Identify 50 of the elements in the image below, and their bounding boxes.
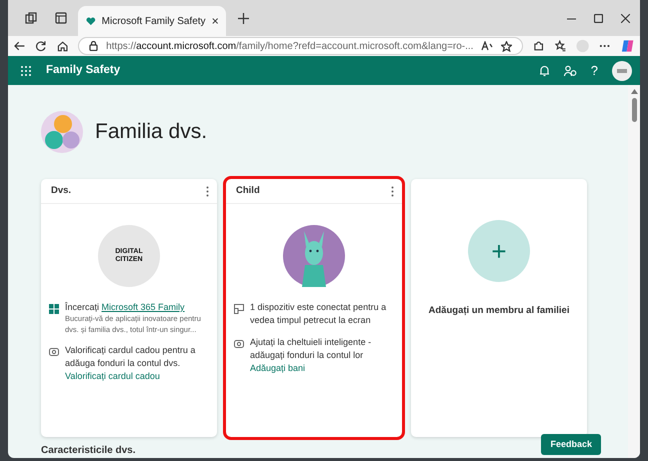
tab-actions-icon[interactable] [55, 12, 67, 24]
action-link[interactable]: Valorificați cardul cadou [65, 370, 209, 384]
add-member-label: Adăugați un membru al familiei [428, 304, 570, 318]
copilot-icon[interactable] [620, 39, 634, 53]
item-text: Valorificați cardul cadou pentru a adăuga fonduri la contul dvs. [65, 344, 196, 370]
more-icon[interactable] [599, 44, 611, 48]
bears-drawing [41, 111, 83, 153]
address-field[interactable]: https://account.microsoft.com/family/home?refd=account.microsoft.com&lang=ro-... [78, 37, 524, 55]
close-icon[interactable] [212, 17, 218, 25]
add-member-card[interactable]: + Adăugați un membru al familiei [411, 179, 587, 437]
scroll-up-icon[interactable] [630, 89, 638, 94]
action-link[interactable]: Adăugați bani [250, 362, 394, 376]
promo-link[interactable]: Microsoft 365 Family [102, 302, 185, 312]
scrollbar-thumb[interactable] [632, 98, 636, 122]
browser-tab[interactable]: Microsoft Family Safety [78, 6, 226, 36]
more-options-icon[interactable] [391, 186, 394, 196]
member-name: Child [236, 184, 260, 198]
more-options-icon[interactable] [206, 186, 209, 196]
back-icon[interactable] [14, 40, 26, 52]
llama-avatar-drawing [283, 225, 345, 287]
favorites-icon[interactable] [554, 40, 566, 52]
read-aloud-icon[interactable] [481, 41, 494, 51]
devices-icon [234, 304, 244, 314]
home-icon[interactable] [56, 40, 68, 52]
item-text: Ajutați la cheltuieli inteligente - adăugați fonduri la contul lor [250, 336, 372, 362]
heart-icon [86, 16, 96, 26]
help-button[interactable]: ? [590, 60, 598, 80]
favorite-icon[interactable] [501, 40, 512, 52]
account-avatar-icon[interactable] [612, 60, 632, 80]
add-member-button[interactable]: + [468, 220, 530, 282]
app-launcher-icon[interactable] [20, 64, 32, 76]
gift-card-icon [49, 347, 59, 358]
people-settings-icon[interactable] [564, 64, 577, 76]
page-title: Familia dvs. [95, 119, 208, 146]
new-tab-icon[interactable] [238, 12, 248, 24]
refresh-icon[interactable] [35, 40, 47, 52]
item-text: 1 dispozitiv este conectat pentru a vedea timpul petrecut la ecran [250, 301, 388, 328]
close-icon[interactable] [621, 14, 630, 22]
member-name: Dvs. [51, 184, 72, 198]
extensions-icon[interactable] [533, 40, 545, 52]
lock-icon [89, 41, 98, 51]
section-heading: Caracteristicile dvs. [41, 444, 136, 458]
windows-logo-icon [49, 304, 59, 314]
maximize-icon[interactable] [594, 14, 603, 22]
bell-icon[interactable] [538, 64, 550, 76]
gift-card-icon [234, 339, 244, 350]
workspaces-icon[interactable] [25, 12, 37, 24]
feedback-button[interactable]: Feedback [541, 434, 601, 455]
app-title: Family Safety [46, 62, 122, 78]
item-text: Încercați Microsoft 365 Family [65, 301, 186, 314]
